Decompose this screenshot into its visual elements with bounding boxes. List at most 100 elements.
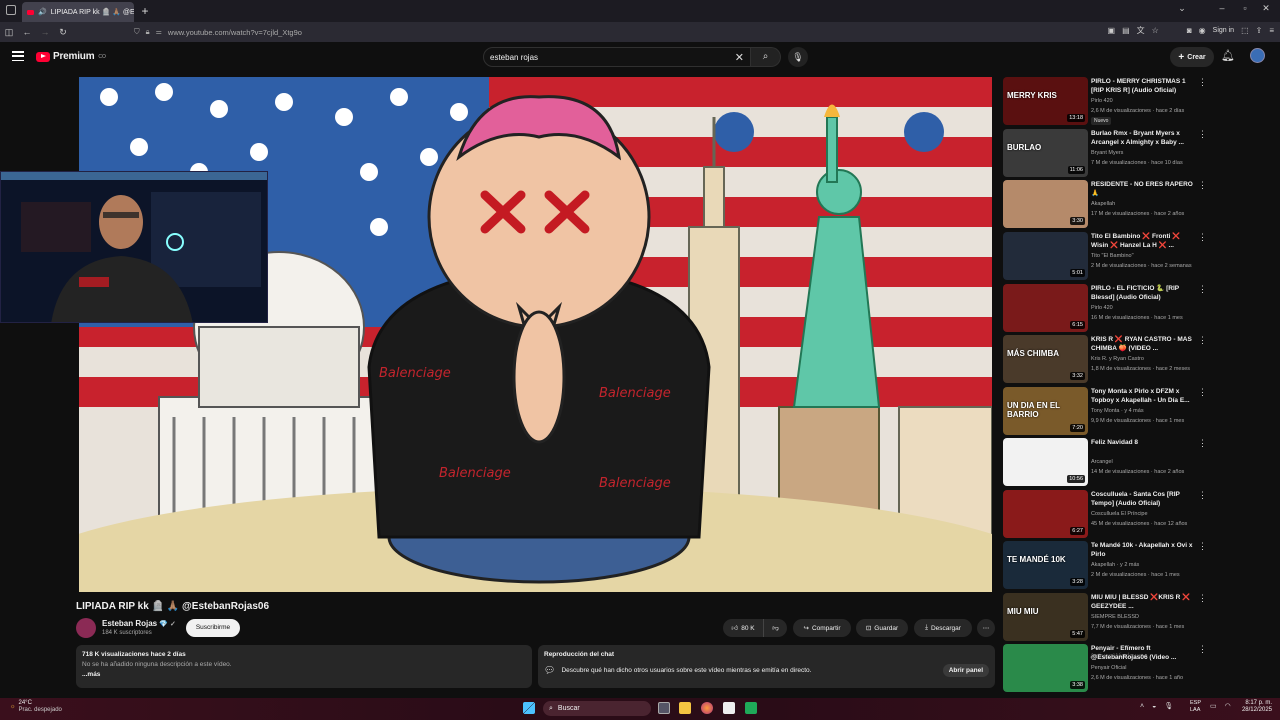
lock-icon[interactable]: 🔒︎	[146, 27, 150, 37]
maximize-button[interactable]: ▫	[1238, 3, 1252, 13]
recommendation-item[interactable]: 3:38 Penyair - Efímero ft @EstebanRojas06…	[1003, 644, 1253, 692]
youtube-premium-logo[interactable]: Premium CO	[36, 51, 106, 62]
video-thumbnail[interactable]: 6:15	[1003, 284, 1088, 332]
sidebar-toggle-icon[interactable]: ◫	[0, 27, 18, 38]
video-thumbnail[interactable]: 6:27	[1003, 490, 1088, 538]
recommendation-item[interactable]: 6:27 Cosculluela - Santa Cos [RIP Tempo] …	[1003, 490, 1253, 538]
video-thumbnail[interactable]: 5:01	[1003, 232, 1088, 280]
video-thumbnail[interactable]: MIU MIU 5:47	[1003, 593, 1088, 641]
close-window-button[interactable]: ✕	[1259, 3, 1273, 14]
network-icon[interactable]: ◒	[1152, 703, 1156, 710]
task-view-icon[interactable]	[658, 702, 670, 714]
input-language[interactable]: ESP LAA	[1190, 700, 1201, 714]
tray-chevron-icon[interactable]: ˄	[1140, 703, 1144, 710]
forward-arrow-icon[interactable]: →	[36, 27, 54, 37]
recommendation-item[interactable]: MÁS CHIMBA 3:32 KRIS R ❌ RYAN CASTRO - MAS…	[1003, 335, 1253, 383]
recommendation-channel[interactable]: Tony Monta · y 4 más	[1091, 408, 1144, 414]
clear-search-icon[interactable]: ✕	[735, 51, 744, 64]
create-button[interactable]: + Crear	[1170, 47, 1214, 67]
more-actions-button[interactable]: ⋯	[977, 619, 995, 637]
more-options-icon[interactable]: ⋮	[1198, 180, 1207, 191]
recommendation-title[interactable]: Tito El Bambino ❌ Fronti ❌ Wisin ❌ Hanze…	[1091, 232, 1199, 250]
app-menu-icon[interactable]: ≡	[1269, 26, 1274, 35]
search-button[interactable]: ⌕	[751, 47, 781, 67]
more-options-icon[interactable]: ⋮	[1198, 335, 1207, 346]
browser-tab-active[interactable]: 🔊 LIPIADA RIP kk 🪦 🙏🏽 @Es ✕	[22, 2, 134, 22]
url-text[interactable]: www.youtube.com/watch?v=7cjld_Xtg9o	[168, 28, 302, 37]
video-thumbnail[interactable]: UN DIA EN EL BARRIO 7:20	[1003, 387, 1088, 435]
more-options-icon[interactable]: ⋮	[1198, 438, 1207, 449]
display-icon[interactable]: ▭	[1210, 702, 1217, 710]
screenshot-icon[interactable]: ▣	[1108, 26, 1116, 35]
recommendation-channel[interactable]: Pirlo 420	[1091, 305, 1113, 311]
description-box[interactable]: 718 K visualizaciones hace 2 días No se …	[76, 645, 532, 688]
recommendation-item[interactable]: 5:01 Tito El Bambino ❌ Fronti ❌ Wisin ❌ H…	[1003, 232, 1253, 280]
sign-in-link[interactable]: Sign in	[1213, 27, 1234, 34]
reload-icon[interactable]: ↻	[54, 27, 72, 38]
video-thumbnail[interactable]: MÁS CHIMBA 3:32	[1003, 335, 1088, 383]
more-options-icon[interactable]: ⋮	[1198, 644, 1207, 655]
wifi-icon[interactable]: ◠	[1225, 702, 1231, 710]
more-options-icon[interactable]: ⋮	[1198, 284, 1207, 295]
recommendation-channel[interactable]: Tito "El Bambino"	[1091, 253, 1134, 259]
subscribe-button[interactable]: Suscribirme	[186, 619, 240, 637]
more-options-icon[interactable]: ⋮	[1198, 129, 1207, 140]
translate-icon[interactable]: 文	[1137, 25, 1145, 36]
channel-name[interactable]: Esteban Rojas 💎 ✓	[102, 619, 176, 628]
tab-list-chevron-icon[interactable]: ⌄	[1175, 3, 1189, 14]
more-options-icon[interactable]: ⋮	[1198, 593, 1207, 604]
recommendation-channel[interactable]: Arcangel	[1091, 459, 1113, 465]
like-button[interactable]: 👍︎ 80 K	[723, 619, 763, 637]
account-icon[interactable]: ◉	[1199, 26, 1206, 35]
more-options-icon[interactable]: ⋮	[1198, 77, 1207, 88]
recommendation-title[interactable]: Feliz Navidad 8	[1091, 438, 1199, 447]
recommendation-item[interactable]: 10:56 Feliz Navidad 8 Arcangel 14 M de visu…	[1003, 438, 1253, 486]
share-icon[interactable]: ⇪	[1256, 26, 1263, 35]
video-thumbnail[interactable]: 3:30	[1003, 180, 1088, 228]
recommendation-item[interactable]: MIU MIU 5:47 MIU MIU | BLESSD ❌KRIS R ❌ GE…	[1003, 593, 1253, 641]
video-thumbnail[interactable]: MERRY KRIS 13:18	[1003, 77, 1088, 125]
recommendation-title[interactable]: Te Mandé 10k - Akapellah x Ovi x Pirlo	[1091, 541, 1199, 559]
recommendation-channel[interactable]: Kris R. y Ryan Castro	[1091, 356, 1144, 362]
video-thumbnail[interactable]: BURLAO 11:06	[1003, 129, 1088, 177]
recommendation-item[interactable]: UN DIA EN EL BARRIO 7:20 Tony Monta x Pirl…	[1003, 387, 1253, 435]
recommendation-item[interactable]: MERRY KRIS 13:18 PIRLO - MERRY CHRISTMAS 1…	[1003, 77, 1253, 125]
start-windows-icon[interactable]	[523, 702, 535, 714]
notifications-bell-icon[interactable]: 🔔︎	[1221, 49, 1235, 62]
search-input[interactable]: esteban rojas ✕	[483, 47, 751, 67]
minimize-button[interactable]: –	[1215, 3, 1229, 13]
save-button[interactable]: ⊡ Guardar	[856, 619, 908, 637]
file-explorer-icon[interactable]	[679, 702, 691, 714]
open-panel-button[interactable]: Abrir panel	[942, 664, 989, 677]
more-options-icon[interactable]: ⋮	[1198, 541, 1207, 552]
recommendation-channel[interactable]: Penyair Oficial	[1091, 665, 1126, 671]
recommendation-channel[interactable]: Bryant Myers	[1091, 150, 1123, 156]
recommendation-title[interactable]: Tony Monta x Pirlo x DFZM x Topboy x Aka…	[1091, 387, 1199, 405]
recommendation-item[interactable]: BURLAO 11:06 Burlao Rmx - Bryant Myers x A…	[1003, 129, 1253, 177]
recommendation-channel[interactable]: SIEMPRE BLESSD	[1091, 614, 1139, 620]
dislike-button[interactable]: 👎︎	[763, 619, 787, 637]
permissions-icon[interactable]: ⚌	[156, 28, 162, 36]
star-icon[interactable]: ☆	[1152, 26, 1159, 35]
recommendation-channel[interactable]: Pirlo 420	[1091, 98, 1113, 104]
video-thumbnail[interactable]: 10:56	[1003, 438, 1088, 486]
firefox-icon[interactable]	[701, 702, 713, 714]
speaker-icon[interactable]: 🔊	[38, 8, 47, 16]
camera-icon[interactable]: ◙	[1187, 26, 1192, 35]
recommendation-channel[interactable]: Akapellah	[1091, 201, 1115, 207]
clock[interactable]: 8:17 p. m. 28/12/2025	[1240, 700, 1272, 714]
recommendation-item[interactable]: TE MANDÉ 10K 3:28 Te Mandé 10k - Akapellah…	[1003, 541, 1253, 589]
video-player[interactable]: Balenciage Balenciage Balenciage Balenci…	[79, 77, 992, 592]
weather-widget[interactable]: ☼ 24°C Prac. despejado	[10, 700, 62, 714]
recommendation-channel[interactable]: Cosculluela El Príncipe	[1091, 511, 1148, 517]
more-options-icon[interactable]: ⋮	[1198, 387, 1207, 398]
video-thumbnail[interactable]: 3:38	[1003, 644, 1088, 692]
recommendation-title[interactable]: PIRLO - MERRY CHRISTMAS 1 [RIP KRIS R] (…	[1091, 77, 1199, 95]
recommendation-title[interactable]: Burlao Rmx - Bryant Myers x Arcangel x A…	[1091, 129, 1199, 147]
mic-icon[interactable]: 🎙︎	[1164, 702, 1173, 710]
show-more-link[interactable]: ...más	[82, 671, 526, 678]
recommendation-title[interactable]: Cosculluela - Santa Cos [RIP Tempo] (Aud…	[1091, 490, 1199, 508]
taskbar-search[interactable]: ⌕ Buscar	[543, 701, 651, 716]
reader-icon[interactable]: ▤	[1122, 26, 1130, 35]
recommendation-title[interactable]: RESIDENTE - NO ERES RAPERO 🙏	[1091, 180, 1199, 198]
